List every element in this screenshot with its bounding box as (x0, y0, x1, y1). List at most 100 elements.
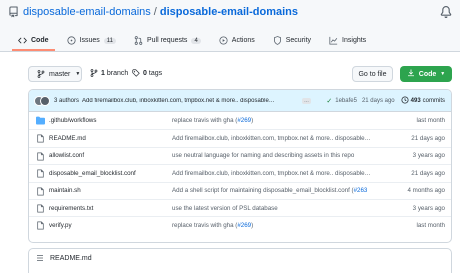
go-to-file-button[interactable]: Go to file (352, 66, 393, 82)
commits-history-link[interactable]: 493 commits (401, 96, 445, 106)
branches-count: 1 (101, 69, 105, 77)
file-age: last month (416, 117, 445, 125)
issue-icon (66, 36, 76, 45)
file-row[interactable]: README.md Add firemailbox.club, inboxkitt… (29, 129, 451, 146)
expand-commit-message-button[interactable]: … (302, 97, 312, 104)
file-row[interactable]: maintain.sh Add a shell script for mainta… (29, 181, 451, 199)
pull-request-link[interactable]: #269 (237, 222, 251, 229)
pull-requests-count-badge: 4 (191, 37, 201, 44)
actions-icon (219, 36, 228, 45)
chevron-down-icon: ▼ (75, 71, 81, 77)
file-commit-link[interactable]: replace travis with gha (#269) (172, 117, 384, 124)
tab-label: Code (31, 37, 49, 44)
commit-message-link[interactable]: Add firemailbox.club, inboxkitten.com, t… (82, 98, 298, 104)
file-row[interactable]: requirements.txt use the latest version o… (29, 198, 451, 216)
commits-label: commits (422, 98, 445, 104)
file-name-link[interactable]: .github/workflows (49, 117, 169, 124)
file-row[interactable]: allowlist.conf use neutral language for n… (29, 146, 451, 164)
pull-request-link[interactable]: #263 (354, 187, 368, 194)
commits-count: 493 (410, 98, 421, 104)
tab-label: Insights (342, 37, 367, 44)
commit-sha-link[interactable]: 1ebafe5 (335, 98, 357, 104)
file-commit-message: use neutral language for naming and desc… (172, 152, 355, 160)
file-commit-link[interactable]: Add firemailbox.club, inboxkitten.com, t… (172, 135, 384, 142)
readme-panel: README.md (28, 248, 452, 273)
branches-link[interactable]: 1 branch (90, 69, 128, 77)
file-commit-link[interactable]: use the latest version of PSL database (172, 205, 384, 212)
tab-insights[interactable]: Insights (323, 30, 372, 51)
file-commit-link[interactable]: replace travis with gha (#269) (172, 222, 384, 229)
file-row[interactable]: .github/workflows replace travis with gha… (29, 112, 451, 129)
file-age: last month (416, 222, 445, 230)
file-commit-tail: ) (251, 117, 254, 125)
tab-actions[interactable]: Actions (213, 30, 261, 51)
repo-tabs: Code Issues 11 Pull requests 4 Actions S… (0, 30, 378, 51)
file-age: 4 months ago (407, 187, 446, 195)
branch-selector[interactable]: master ▼ (28, 66, 82, 82)
file-name-link[interactable]: allowlist.conf (49, 152, 169, 159)
tags-label: tags (148, 69, 163, 77)
file-row[interactable]: disposable_email_blocklist.conf Add firem… (29, 164, 451, 181)
graph-icon (329, 36, 338, 45)
file-commit-message: use the latest version of PSL database (172, 204, 278, 212)
tab-pull-requests[interactable]: Pull requests 4 (128, 30, 207, 51)
folder-icon (36, 116, 45, 125)
file-age: 3 years ago (412, 152, 445, 160)
pull-request-link[interactable]: #269 (237, 117, 251, 124)
tab-code[interactable]: Code (12, 30, 55, 51)
code-icon (18, 36, 27, 45)
file-commit-link[interactable]: Add firemailbox.club, inboxkitten.com, t… (172, 170, 384, 177)
branch-icon (37, 70, 45, 78)
file-name-link[interactable]: maintain.sh (49, 187, 169, 194)
file-name-link[interactable]: disposable_email_blocklist.conf (49, 170, 169, 177)
author-avatars[interactable] (34, 95, 50, 106)
tab-issues[interactable]: Issues 11 (61, 30, 122, 51)
tab-security[interactable]: Security (267, 30, 317, 51)
tags-count: 0 (143, 69, 147, 77)
readme-header: README.md (29, 249, 451, 268)
file-commit-message: Add firemailbox.club, inboxkitten.com, t… (172, 135, 371, 143)
repo-toolbar: master ▼ 1 branch 0 tags Go to file Code… (28, 66, 452, 82)
tab-label: Pull requests (146, 37, 188, 44)
file-age: 21 days ago (411, 135, 445, 143)
repo-icon (9, 6, 18, 18)
repo-name-link[interactable]: disposable-email-domains (160, 6, 298, 18)
file-commit-link[interactable]: Add a shell script for maintaining dispo… (172, 187, 384, 194)
repo-owner-link[interactable]: disposable-email-domains (23, 6, 151, 18)
file-name-link[interactable]: verify.py (49, 222, 169, 229)
commit-info: ✓ 1ebafe5 21 days ago 493 commits (326, 90, 445, 112)
file-commit-message: Add firemailbox.club, inboxkitten.com, t… (172, 169, 371, 177)
bell-icon[interactable] (440, 6, 452, 18)
file-commit-message: Add a shell script for maintaining dispo… (172, 187, 354, 195)
branches-label: branch (106, 69, 129, 77)
file-icon (36, 169, 45, 178)
repo-header: disposable-email-domains / disposable-em… (0, 0, 460, 51)
branch-icon (90, 69, 98, 77)
download-icon (407, 69, 415, 79)
file-commit-message: replace travis with gha ( (172, 117, 238, 125)
tag-icon (132, 69, 140, 77)
check-icon[interactable]: ✓ (326, 97, 332, 105)
file-browser: 3 authors Add firemailbox.club, inboxkit… (28, 89, 452, 243)
tab-label: Issues (79, 37, 100, 44)
commit-authors-link[interactable]: 3 authors (54, 98, 79, 104)
file-commit-link[interactable]: use neutral language for naming and desc… (172, 152, 384, 159)
tags-link[interactable]: 0 tags (132, 69, 162, 77)
file-name-link[interactable]: README.md (49, 135, 169, 142)
file-row[interactable]: verify.py replace travis with gha (#269) l… (29, 216, 451, 233)
chevron-down-icon: ▼ (440, 71, 446, 77)
code-dropdown-button[interactable]: Code ▼ (400, 66, 452, 82)
pull-request-icon (134, 36, 143, 45)
history-icon (401, 96, 409, 106)
branch-name: master (49, 70, 71, 78)
file-icon (36, 152, 45, 161)
issues-count-badge: 11 (103, 37, 116, 44)
list-icon[interactable] (36, 254, 44, 264)
file-list: .github/workflows replace travis with gha… (29, 112, 451, 234)
file-commit-message: replace travis with gha ( (172, 222, 238, 230)
tab-label: Actions (231, 37, 255, 44)
shield-icon (273, 36, 282, 45)
file-age: 3 years ago (412, 204, 445, 212)
file-name-link[interactable]: requirements.txt (49, 205, 169, 212)
file-commit-tail: ) (251, 222, 254, 230)
